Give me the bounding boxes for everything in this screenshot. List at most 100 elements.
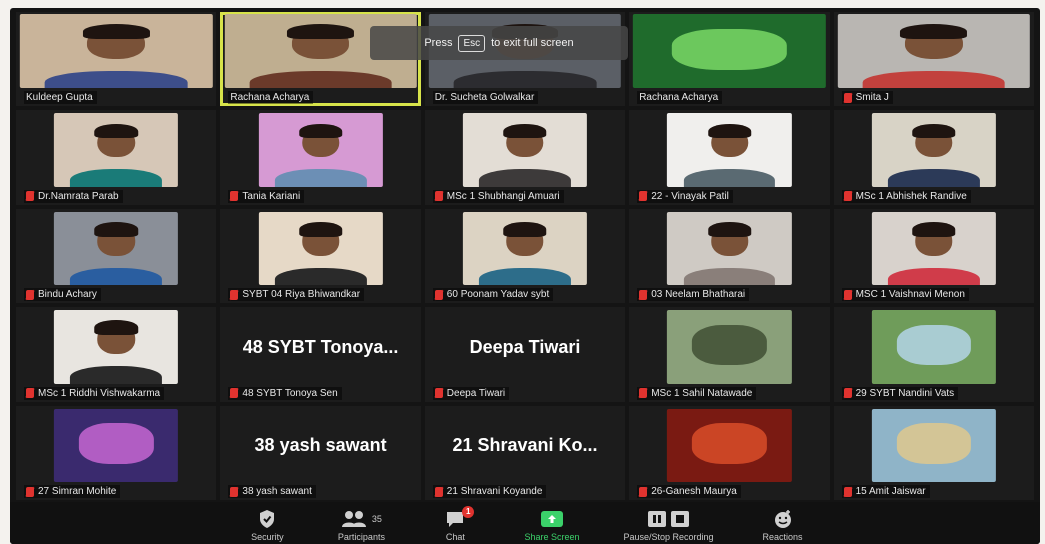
participant-tile[interactable]: Dr.Namrata Parab — [16, 110, 217, 205]
participant-tile[interactable]: Kuldeep Gupta — [16, 12, 217, 107]
participant-name-label: MSc 1 Sahil Natawade — [637, 386, 757, 400]
muted-mic-icon — [843, 486, 852, 497]
participant-name: 22 - Vinayak Patil — [651, 190, 729, 202]
security-label: Security — [251, 532, 284, 542]
participant-name-label: 15 Amit Jaiswar — [841, 485, 930, 498]
participant-name: 60 Poonam Yadav sybt — [446, 289, 550, 301]
muted-mic-icon — [434, 191, 443, 202]
participant-display-name: 21 Shravani Ko... — [452, 435, 598, 456]
participant-tile[interactable]: 48 SYBT Tonoya... 48 SYBT Tonoya Sen — [220, 307, 421, 402]
chat-button[interactable]: 1 Chat — [430, 506, 480, 542]
person-head — [707, 221, 752, 256]
participant-display-name: 48 SYBT Tonoya... — [242, 336, 399, 357]
person-head — [503, 123, 547, 158]
person-head — [287, 24, 354, 59]
participant-name: Dr. Sucheta Golwalkar — [434, 92, 535, 104]
profile-picture — [633, 14, 826, 89]
smiley-icon — [773, 508, 793, 530]
participant-tile[interactable]: 21 Shravani Ko... 21 Shravani Koyande — [424, 405, 626, 500]
participant-name: Kuldeep Gupta — [26, 92, 93, 104]
muted-mic-icon — [26, 486, 34, 497]
participant-name: Deepa Tiwari — [446, 387, 506, 399]
participant-tile[interactable]: 26-Ganesh Maurya — [629, 405, 830, 500]
participant-name: 38 yash sawant — [242, 486, 312, 497]
participant-tile[interactable]: 22 - Vinayak Patil — [629, 110, 830, 205]
person-head — [707, 123, 752, 158]
participant-tile[interactable]: MSc 1 Abhishek Randive — [833, 110, 1034, 205]
participant-tile[interactable]: 60 Poonam Yadav sybt — [424, 208, 626, 304]
reactions-button[interactable]: Reactions — [758, 508, 808, 542]
participant-tile[interactable]: MSc 1 Riddhi Vishwakarma — [16, 307, 217, 402]
participant-name-label: MSC 1 Vaishnavi Menon — [841, 288, 969, 302]
participant-tile[interactable]: MSc 1 Shubhangi Amuari — [424, 110, 626, 205]
person-body — [45, 70, 188, 89]
person-body — [887, 169, 980, 187]
participant-name: 15 Amit Jaiswar — [855, 486, 926, 497]
participant-name-label: Tania Kariani — [228, 189, 305, 203]
profile-picture-accent — [896, 423, 972, 464]
participant-tile[interactable]: Tania Kariani — [220, 110, 421, 205]
participant-name-label: 29 SYBT Nandini Vats — [841, 386, 959, 400]
participant-name: Smita J — [855, 92, 889, 104]
participant-tile[interactable]: 29 SYBT Nandini Vats — [833, 307, 1034, 402]
participant-tile[interactable]: MSC 1 Vaishnavi Menon — [833, 208, 1034, 304]
person-body — [683, 267, 776, 286]
participant-display-name: Deepa Tiwari — [469, 336, 581, 357]
recording-label: Pause/Stop Recording — [623, 532, 714, 542]
participant-tile[interactable]: Deepa Tiwari Deepa Tiwari — [424, 307, 626, 402]
person-head — [900, 24, 967, 59]
reactions-label: Reactions — [762, 532, 803, 542]
participant-name: MSc 1 Sahil Natawade — [651, 387, 753, 399]
participant-tile[interactable]: 27 Simran Mohite — [16, 405, 217, 500]
participant-tile[interactable]: 15 Amit Jaiswar — [833, 405, 1034, 500]
participant-name-label: Rachana Acharya — [228, 91, 314, 105]
participant-name-label: Dr. Sucheta Golwalkar — [432, 91, 539, 105]
participant-name-label: MSc 1 Shubhangi Amuari — [432, 189, 564, 203]
participant-video — [837, 14, 1030, 89]
person-body — [70, 365, 163, 384]
recording-button[interactable]: Pause/Stop Recording — [623, 508, 714, 542]
person-head — [503, 221, 547, 256]
person-body — [274, 169, 367, 187]
participant-tile[interactable]: SYBT 04 Riya Bhiwandkar — [220, 208, 421, 304]
participant-video — [667, 211, 792, 286]
participant-tile[interactable]: Smita J — [833, 12, 1034, 107]
person-body — [70, 169, 163, 187]
participant-name-label: 03 Neelam Bhatharai — [637, 288, 750, 302]
participant-tile[interactable]: Bindu Achary — [16, 208, 217, 304]
share-screen-button[interactable]: Share Screen — [524, 508, 579, 542]
person-head — [94, 221, 139, 256]
participant-name: 29 SYBT Nandini Vats — [855, 387, 955, 399]
participant-tile[interactable]: 38 yash sawant 38 yash sawant — [220, 405, 421, 500]
participant-name-label: 38 yash sawant — [228, 485, 316, 498]
person-body — [453, 70, 597, 89]
person-head — [298, 221, 343, 256]
chat-icon: 1 — [445, 506, 475, 530]
profile-picture-accent — [896, 324, 972, 366]
profile-picture — [871, 408, 996, 482]
participant-name: Tania Kariani — [242, 190, 301, 202]
participants-button[interactable]: 35 Participants — [336, 508, 386, 542]
security-button[interactable]: Security — [242, 508, 292, 542]
participant-name: 48 SYBT Tonoya Sen — [242, 387, 338, 399]
participant-name-label: MSc 1 Riddhi Vishwakarma — [24, 386, 165, 400]
muted-mic-icon — [26, 191, 34, 202]
profile-picture — [667, 310, 792, 384]
muted-mic-icon — [639, 289, 648, 300]
participant-video — [54, 310, 179, 384]
muted-mic-icon — [639, 388, 648, 399]
participant-tile[interactable]: Rachana Acharya — [629, 12, 830, 107]
participant-name-label: Deepa Tiwari — [432, 386, 510, 400]
shield-icon — [258, 508, 276, 530]
participant-video — [54, 211, 179, 286]
participant-display-name: 38 yash sawant — [254, 435, 387, 456]
participant-video — [462, 211, 588, 286]
participant-video — [667, 113, 792, 187]
gallery-view: Kuldeep Gupta Rachana Acharya Dr. Sucheta … — [16, 12, 1034, 500]
participant-tile[interactable]: 03 Neelam Bhatharai — [629, 208, 830, 304]
participant-tile[interactable]: MSc 1 Sahil Natawade — [629, 307, 830, 402]
muted-mic-icon — [843, 191, 852, 202]
participant-name: Bindu Achary — [38, 289, 97, 301]
participant-name-label: 60 Poonam Yadav sybt — [432, 288, 554, 302]
person-body — [70, 267, 163, 286]
